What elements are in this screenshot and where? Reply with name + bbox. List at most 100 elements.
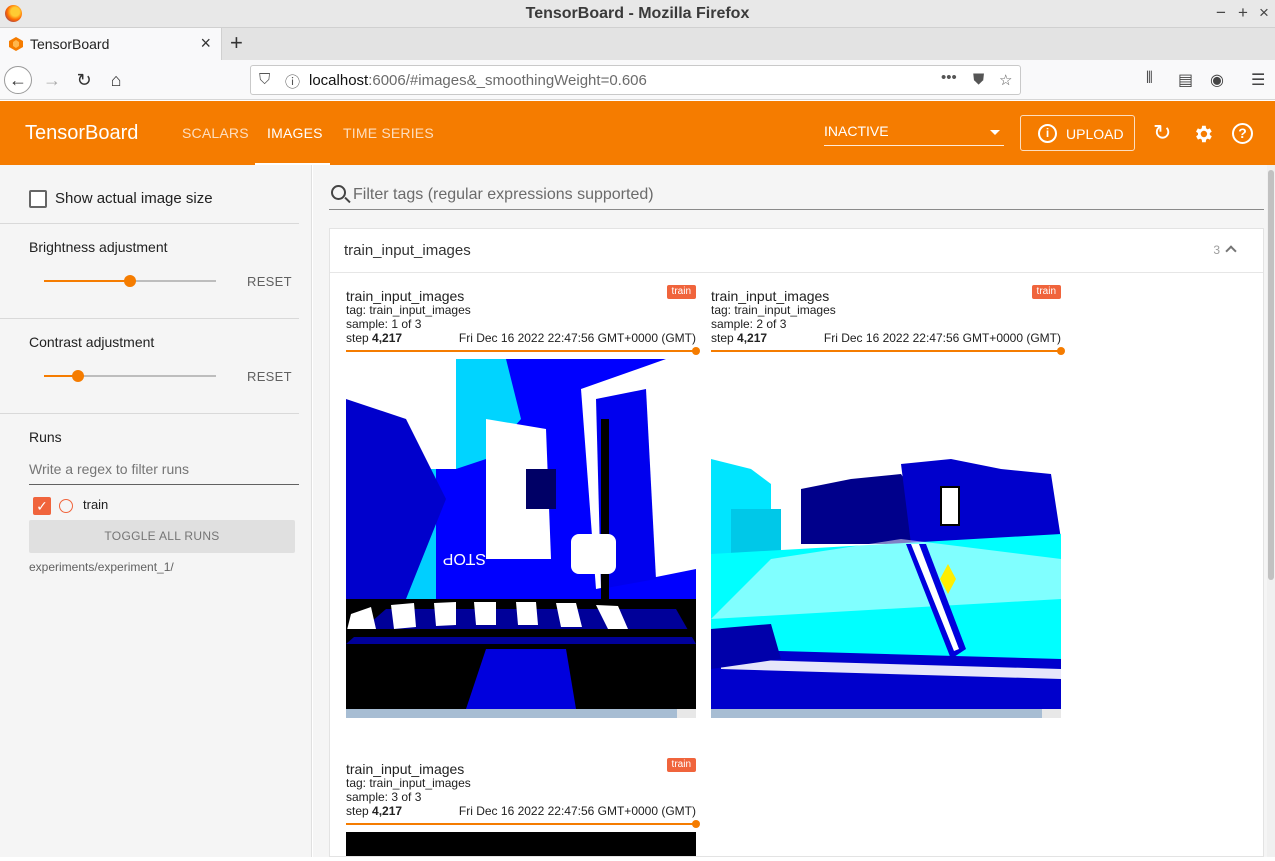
pane-step: step 4,217: [346, 804, 402, 818]
search-icon: [331, 185, 346, 200]
tag-group-title: train_input_images: [344, 242, 471, 259]
browser-tab-tensorboard[interactable]: TensorBoard ×: [0, 28, 222, 60]
pane-title: train_input_images: [711, 288, 830, 304]
tensorboard-header: TensorBoard SCALARS IMAGES TIME SERIES I…: [0, 101, 1275, 165]
brightness-slider[interactable]: [44, 275, 216, 287]
account-icon[interactable]: ◉: [1210, 70, 1224, 90]
step-slider-thumb[interactable]: [692, 347, 700, 355]
home-icon[interactable]: ⌂: [102, 66, 130, 94]
contrast-slider[interactable]: [44, 370, 216, 382]
upload-button[interactable]: i UPLOAD: [1020, 115, 1135, 151]
tag-group-header[interactable]: train_input_images 3: [330, 229, 1263, 273]
window-titlebar: TensorBoard - Mozilla Firefox − + ×: [0, 0, 1275, 28]
image-pane: train_input_images train tag: train_inpu…: [346, 285, 700, 718]
maximize-icon[interactable]: +: [1234, 3, 1252, 23]
settings-gear-icon[interactable]: [1192, 123, 1214, 145]
step-slider-track[interactable]: [346, 350, 696, 352]
contrast-reset-button[interactable]: RESET: [247, 369, 292, 384]
tag-filter-placeholder: Filter tags (regular expressions support…: [353, 186, 654, 203]
new-tab-icon[interactable]: +: [230, 30, 243, 56]
pane-sample: sample: 1 of 3: [346, 317, 422, 331]
slider-fill: [44, 280, 130, 282]
pane-tag: tag: train_input_images: [711, 303, 836, 317]
close-window-icon[interactable]: ×: [1255, 3, 1273, 23]
url-path: :6006/#images&_smoothingWeight=0.606: [368, 72, 647, 89]
pane-timestamp: Fri Dec 16 2022 22:47:56 GMT+0000 (GMT): [823, 331, 1061, 345]
slider-thumb[interactable]: [124, 275, 136, 287]
tensorboard-favicon-icon: [9, 37, 23, 51]
tab-time-series[interactable]: TIME SERIES: [343, 125, 434, 141]
back-icon[interactable]: ←: [4, 66, 32, 94]
step-slider-track[interactable]: [711, 350, 1061, 352]
shield-icon[interactable]: ⛉: [259, 71, 270, 88]
pane-step: step 4,217: [346, 331, 402, 345]
minimize-icon[interactable]: −: [1212, 3, 1230, 23]
info-circle-icon: i: [1038, 124, 1057, 143]
tag-group-card: train_input_images 3 train_input_images …: [329, 228, 1264, 857]
page-scrollbar[interactable]: [1267, 165, 1275, 857]
toggle-all-runs-button[interactable]: TOGGLE ALL RUNS: [29, 520, 295, 553]
step-value: 4,217: [737, 331, 768, 345]
library-icon[interactable]: ⫴: [1146, 70, 1153, 88]
tag-filter-input[interactable]: Filter tags (regular expressions support…: [329, 182, 1264, 210]
menu-icon[interactable]: ☰: [1251, 70, 1265, 90]
divider: [0, 223, 299, 224]
browser-navbar: ← → ↻ ⌂ ⛉ ⓘ localhost:6006/#images&_smoo…: [0, 60, 1275, 100]
sample-image: [711, 359, 1061, 709]
tab-title: TensorBoard: [30, 36, 110, 52]
pane-timestamp: Fri Dec 16 2022 22:47:56 GMT+0000 (GMT): [458, 804, 696, 818]
upload-label: UPLOAD: [1066, 126, 1124, 142]
runs-filter-input[interactable]: Write a regex to filter runs: [29, 455, 299, 485]
bookmark-star-icon[interactable]: ☆: [999, 71, 1012, 89]
step-slider-thumb[interactable]: [1057, 347, 1065, 355]
address-bar[interactable]: ⛉ ⓘ localhost:6006/#images&_smoothingWei…: [250, 65, 1021, 95]
brightness-reset-button[interactable]: RESET: [247, 274, 292, 289]
step-slider-track[interactable]: [346, 823, 696, 825]
step-label: step: [711, 331, 734, 345]
page-scrollbar-thumb[interactable]: [1268, 170, 1274, 580]
step-slider-thumb[interactable]: [692, 820, 700, 828]
sample-image: STOP: [346, 359, 696, 709]
show-actual-size-checkbox[interactable]: [29, 190, 47, 208]
divider: [0, 413, 299, 414]
scrollbar-thumb[interactable]: [711, 709, 1042, 718]
pane-tag: tag: train_input_images: [346, 776, 471, 790]
window-title: TensorBoard - Mozilla Firefox: [525, 5, 750, 22]
forward-icon[interactable]: →: [38, 66, 66, 94]
browser-tabbar: TensorBoard × +: [0, 28, 1275, 60]
pocket-icon[interactable]: ⛊: [973, 71, 984, 88]
tag-group-count: 3: [1213, 243, 1220, 257]
run-checkbox-train[interactable]: ✓: [33, 497, 51, 515]
chevron-down-icon: [990, 130, 1000, 135]
refresh-icon[interactable]: ↻: [1153, 120, 1171, 146]
step-label: step: [346, 331, 369, 345]
image-scrollbar[interactable]: [346, 709, 696, 718]
help-icon[interactable]: ?: [1232, 123, 1253, 144]
page-actions-icon[interactable]: •••: [941, 69, 957, 86]
slider-thumb[interactable]: [72, 370, 84, 382]
tab-scalars[interactable]: SCALARS: [182, 125, 249, 141]
tab-images[interactable]: IMAGES: [267, 125, 323, 141]
run-badge: train: [666, 758, 696, 772]
plugin-state-value: INACTIVE: [824, 123, 889, 139]
reload-icon[interactable]: ↻: [70, 66, 98, 94]
image-scrollbar[interactable]: [711, 709, 1061, 718]
image-pane: train_input_images train tag: train_inpu…: [711, 285, 1065, 718]
scrollbar-thumb[interactable]: [346, 709, 677, 718]
road-scene-image: [711, 359, 1061, 709]
divider: [0, 318, 299, 319]
url-text: localhost:6006/#images&_smoothingWeight=…: [309, 72, 647, 89]
close-tab-icon[interactable]: ×: [200, 33, 211, 54]
svg-text:STOP: STOP: [443, 550, 486, 567]
chevron-up-icon[interactable]: [1225, 245, 1237, 257]
pane-title: train_input_images: [346, 288, 465, 304]
sidebar-toggle-icon[interactable]: ▤: [1178, 70, 1193, 90]
info-icon[interactable]: ⓘ: [285, 71, 300, 92]
sample-image: [346, 832, 696, 856]
plugin-state-select[interactable]: INACTIVE: [824, 123, 1004, 146]
tensorboard-brand[interactable]: TensorBoard: [25, 122, 138, 145]
show-actual-size-label: Show actual image size: [55, 190, 213, 207]
step-value: 4,217: [372, 804, 403, 818]
run-badge: train: [666, 285, 696, 299]
run-color-swatch[interactable]: [59, 499, 73, 513]
